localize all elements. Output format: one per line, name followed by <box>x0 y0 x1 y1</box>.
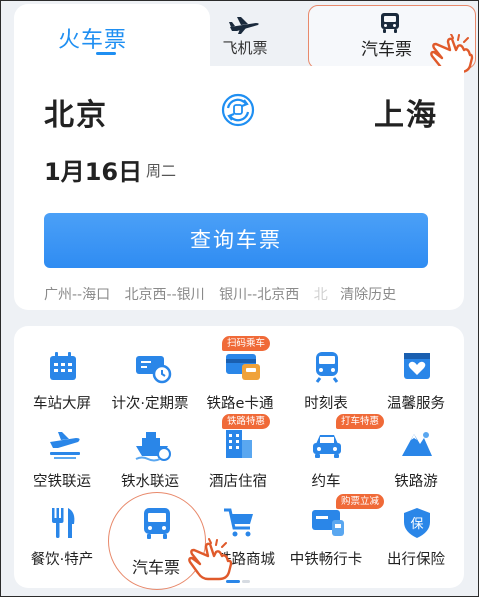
swap-cities-icon[interactable] <box>220 92 256 132</box>
insurance-glyph: 保 <box>410 517 423 532</box>
arrival-city[interactable]: 上海 <box>374 90 438 134</box>
insurance-shield-icon: 保 <box>400 506 434 540</box>
search-history: 广州--海口 北京西--银川 银川--北京西 北 清除历史 <box>44 284 434 304</box>
ship-icon <box>134 428 171 462</box>
tab-train-label: 火车票 <box>58 28 128 53</box>
train-front-icon <box>310 350 344 384</box>
heart-service-icon <box>400 350 434 384</box>
clear-history-button[interactable]: 清除历史 <box>340 287 396 303</box>
mountain-icon <box>400 428 434 462</box>
departure-weekday: 周二 <box>146 162 177 180</box>
promo-badge: 扫码乘车 <box>222 336 271 351</box>
page-indicator <box>226 580 250 583</box>
history-item[interactable]: 广州--海口 <box>44 287 110 303</box>
history-item-truncated[interactable]: 北 <box>314 287 328 303</box>
ticket-clock-icon <box>134 350 172 384</box>
tab-flight-label: 飞机票 <box>222 39 268 57</box>
page-dot <box>242 580 250 583</box>
search-tickets-button[interactable]: 查询车票 <box>44 213 428 268</box>
booking-card-top <box>14 66 464 86</box>
history-item[interactable]: 银川--北京西 <box>219 287 299 303</box>
departure-date[interactable]: 1月16日 <box>44 152 142 187</box>
tab-active-indicator <box>96 52 116 55</box>
car-icon <box>310 428 344 462</box>
e-card-icon <box>224 350 260 384</box>
service-label: 铁路游 <box>394 474 438 490</box>
airplane-icon <box>228 16 260 38</box>
service-label: 温馨服务 <box>387 396 445 412</box>
promo-badge: 铁路特惠 <box>222 414 271 429</box>
pointing-hand-icon <box>186 538 236 586</box>
cart-icon <box>222 506 256 540</box>
promo-badge: 购票立减 <box>336 494 385 509</box>
page-dot-active <box>226 580 240 583</box>
tab-bus-label: 汽车票 <box>361 40 412 60</box>
promo-badge: 打车特惠 <box>336 414 385 429</box>
calendar-screen-icon <box>46 350 80 384</box>
departure-city[interactable]: 北京 <box>44 90 108 134</box>
service-label: 出行保险 <box>387 552 445 568</box>
fork-knife-icon <box>46 506 80 540</box>
hotel-icon <box>222 428 256 462</box>
history-item[interactable]: 北京西--银川 <box>125 287 205 303</box>
tab-flight[interactable]: 飞机票 <box>170 10 320 66</box>
rail-card-icon <box>310 506 344 540</box>
plane-rail-icon <box>46 428 80 462</box>
